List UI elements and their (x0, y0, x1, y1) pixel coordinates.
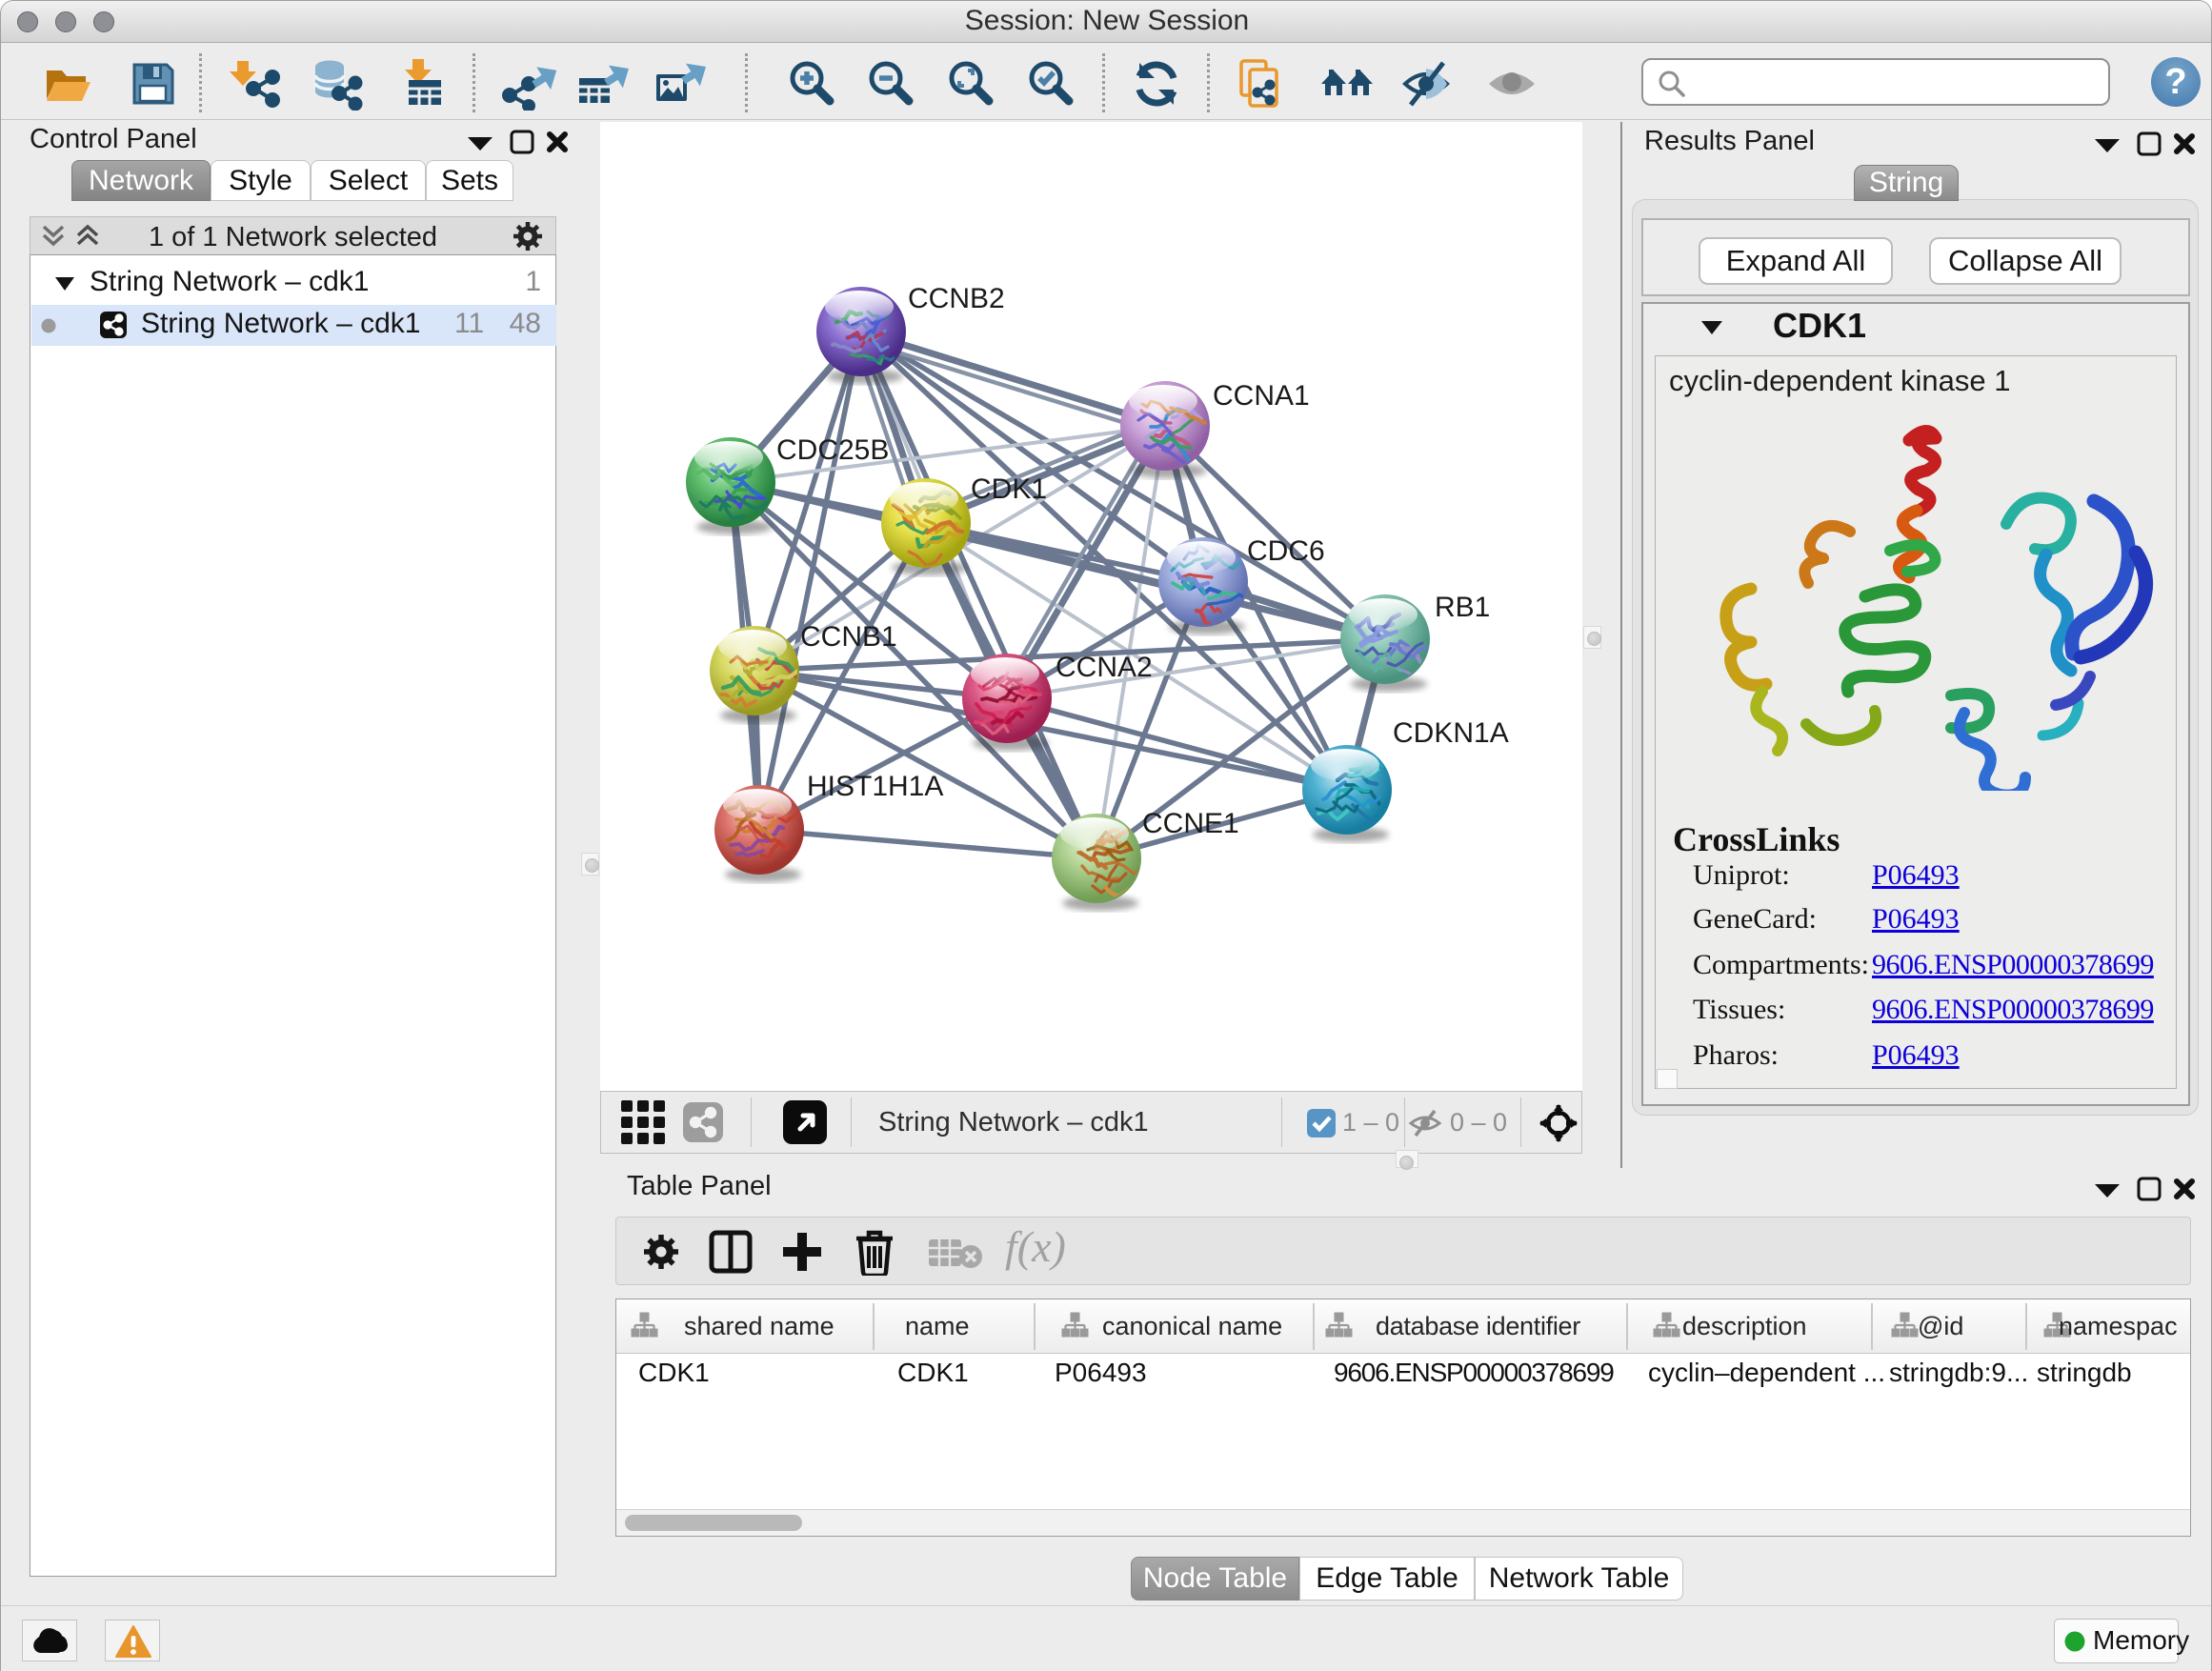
svg-text:9606.ENSP00000378699: 9606.ENSP00000378699 (1334, 1358, 1614, 1387)
svg-text:description: description (1682, 1312, 1807, 1340)
svg-text:HIST1H1A: HIST1H1A (807, 771, 943, 802)
svg-text:CDKN1A: CDKN1A (1393, 717, 1509, 749)
svg-text:canonical name: canonical name (1102, 1312, 1282, 1340)
svg-text:stringdb:9...: stringdb:9... (1889, 1358, 2028, 1387)
svg-text:CDK1: CDK1 (897, 1358, 969, 1387)
svg-text:RB1: RB1 (1435, 592, 1490, 623)
svg-text:stringdb: stringdb (2037, 1358, 2132, 1387)
svg-text:name: name (905, 1312, 970, 1340)
svg-text:@id: @id (1918, 1312, 1963, 1340)
svg-text:CCNB1: CCNB1 (800, 621, 897, 653)
svg-text:shared name: shared name (684, 1312, 835, 1340)
svg-text:database identifier: database identifier (1376, 1312, 1580, 1340)
svg-text:P06493: P06493 (1055, 1358, 1147, 1387)
svg-text:cyclin–dependent ...: cyclin–dependent ... (1648, 1358, 1885, 1387)
svg-text:CCNE1: CCNE1 (1142, 808, 1239, 839)
svg-text:CDK1: CDK1 (971, 473, 1047, 505)
svg-text:CCNA1: CCNA1 (1213, 380, 1310, 412)
svg-text:CCNA2: CCNA2 (1056, 652, 1153, 683)
svg-text:CCNB2: CCNB2 (908, 283, 1005, 314)
svg-text:CDK1: CDK1 (638, 1358, 710, 1387)
svg-text:CDC25B: CDC25B (776, 434, 889, 466)
svg-text:CDC6: CDC6 (1247, 535, 1325, 567)
svg-text:namespac: namespac (2059, 1312, 2178, 1340)
